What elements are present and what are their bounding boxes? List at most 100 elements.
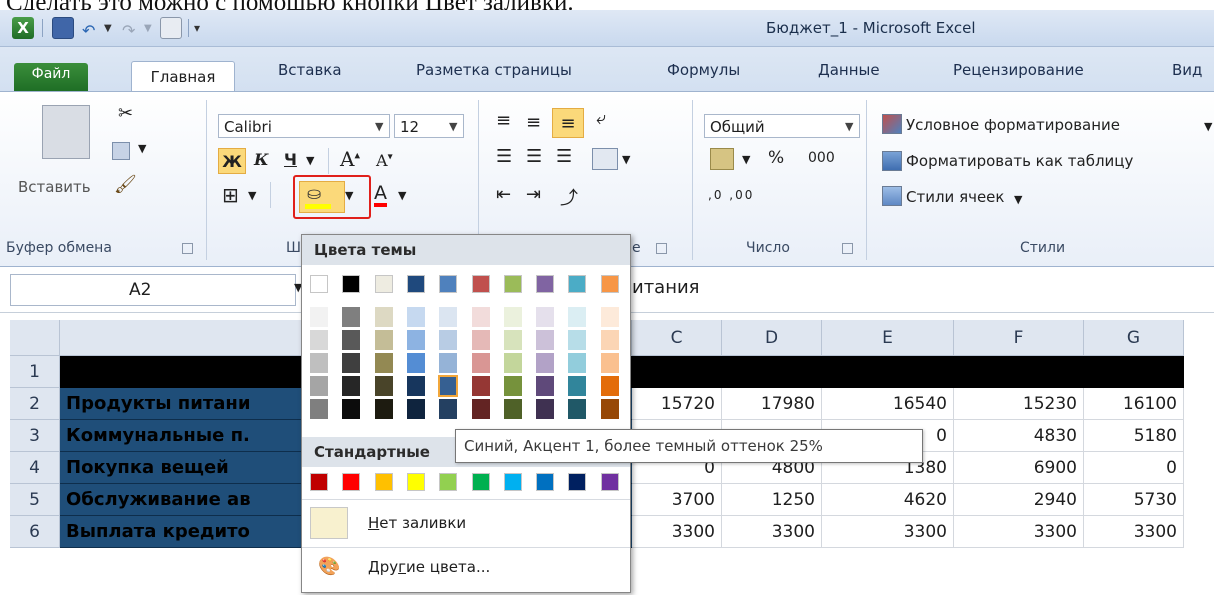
table-cell[interactable]: 3300 (632, 516, 722, 548)
theme-shade-swatch[interactable] (310, 376, 328, 396)
theme-shade-swatch[interactable] (536, 307, 555, 327)
format-painter-icon[interactable]: 🖌 (114, 174, 137, 195)
redo-icon[interactable]: ↷ (122, 21, 135, 40)
font-color-dropdown-icon[interactable]: ▼ (398, 189, 406, 202)
theme-color-swatch[interactable] (342, 275, 361, 293)
column-header-e[interactable]: E (822, 320, 954, 356)
theme-shade-swatch[interactable] (471, 330, 490, 350)
theme-shade-swatch[interactable] (536, 330, 555, 350)
theme-shade-swatch[interactable] (600, 376, 619, 396)
standard-color-swatch[interactable] (503, 473, 522, 491)
borders-dropdown-icon[interactable]: ▼ (248, 189, 256, 202)
select-all-corner[interactable] (10, 320, 60, 356)
theme-shade-swatch[interactable] (536, 353, 555, 373)
underline-dropdown-icon[interactable]: ▼ (306, 154, 314, 167)
number-format-combo[interactable]: Общий ▼ (704, 114, 860, 138)
conditional-formatting-icon[interactable] (882, 114, 902, 134)
grow-font-button[interactable]: A▴ (340, 147, 360, 171)
row-header[interactable]: 6 (10, 516, 60, 548)
theme-shade-swatch[interactable] (342, 353, 361, 373)
theme-shade-swatch[interactable] (310, 307, 328, 327)
theme-shade-swatch[interactable] (406, 330, 425, 350)
align-top-icon[interactable]: ≡ (496, 110, 511, 131)
table-cell[interactable]: 17980 (722, 388, 822, 420)
font-name-dropdown-icon[interactable]: ▼ (375, 115, 383, 139)
excel-logo-icon[interactable]: X (12, 17, 34, 39)
theme-shade-swatch[interactable] (600, 353, 619, 373)
align-bottom-button[interactable]: ≡ (552, 108, 584, 138)
theme-shade-swatch[interactable] (471, 399, 490, 419)
tab-view[interactable]: Вид (1172, 61, 1202, 79)
cell-styles-icon[interactable] (882, 186, 902, 206)
row-header[interactable]: 3 (10, 420, 60, 452)
row-header[interactable]: 4 (10, 452, 60, 484)
standard-color-swatch[interactable] (406, 473, 425, 491)
standard-color-swatch[interactable] (536, 473, 555, 491)
tab-page-layout[interactable]: Разметка страницы (416, 61, 572, 79)
theme-shade-swatch[interactable] (374, 307, 393, 327)
table-cell[interactable]: 16540 (822, 388, 954, 420)
orientation-icon[interactable]: ⤴ (560, 184, 578, 210)
theme-shade-swatch[interactable] (503, 353, 522, 373)
theme-color-swatch[interactable] (568, 275, 587, 293)
underline-button[interactable]: Ч (284, 150, 297, 169)
format-as-table-button[interactable]: Форматировать как таблицу (906, 152, 1133, 170)
theme-shade-swatch[interactable] (536, 399, 555, 419)
more-colors-item[interactable]: Другие цвета... (368, 558, 490, 576)
align-left-icon[interactable]: ☰ (496, 146, 512, 167)
theme-shade-swatch[interactable] (471, 376, 490, 396)
theme-color-swatch[interactable] (503, 275, 522, 293)
theme-shade-swatch[interactable] (342, 307, 361, 327)
no-fill-item[interactable]: Нет заливки (368, 514, 466, 532)
theme-shade-swatch[interactable] (406, 307, 425, 327)
bold-button[interactable]: Ж (218, 148, 246, 174)
thousands-button[interactable]: 000 (808, 150, 835, 166)
undo-icon[interactable]: ↶ (82, 21, 95, 40)
row-header[interactable]: 2 (10, 388, 60, 420)
theme-shade-swatch[interactable] (342, 330, 361, 350)
theme-color-swatch[interactable] (536, 275, 555, 293)
wrap-text-icon[interactable]: ⤶ (596, 108, 606, 129)
theme-color-swatch[interactable] (439, 275, 458, 293)
table-cell[interactable]: 6900 (954, 452, 1084, 484)
print-preview-icon[interactable] (160, 17, 182, 39)
theme-shade-swatch[interactable] (471, 307, 490, 327)
borders-icon[interactable]: ⊞ (222, 183, 239, 207)
save-icon[interactable] (52, 17, 74, 39)
table-cell[interactable]: 3300 (1084, 516, 1184, 548)
table-cell[interactable]: 3300 (722, 516, 822, 548)
theme-shade-swatch[interactable] (568, 307, 587, 327)
decrease-indent-icon[interactable]: ⇤ (496, 184, 511, 205)
theme-shade-swatch[interactable] (342, 376, 361, 396)
theme-shade-swatch[interactable] (406, 353, 425, 373)
paste-icon[interactable] (42, 105, 90, 159)
standard-color-swatch[interactable] (568, 473, 587, 491)
customize-qat-icon[interactable]: ▾ (194, 21, 200, 35)
theme-color-swatch[interactable] (310, 275, 328, 293)
copy-icon[interactable] (112, 142, 130, 160)
theme-shade-swatch[interactable] (342, 399, 361, 419)
cell-styles-button[interactable]: Стили ячеек (906, 188, 1004, 206)
standard-color-swatch[interactable] (471, 473, 490, 491)
theme-color-swatch[interactable] (374, 275, 393, 293)
column-header-g[interactable]: G (1084, 320, 1184, 356)
tab-home[interactable]: Главная (131, 61, 235, 92)
theme-shade-swatch[interactable] (600, 307, 619, 327)
table-cell[interactable]: 3300 (954, 516, 1084, 548)
table-cell[interactable]: 2940 (954, 484, 1084, 516)
theme-color-swatch[interactable] (471, 275, 490, 293)
font-size-combo[interactable]: 12 ▼ (394, 114, 464, 138)
table-cell[interactable]: 1250 (722, 484, 822, 516)
tab-data[interactable]: Данные (818, 61, 880, 79)
cell-styles-dropdown-icon[interactable]: ▼ (1014, 193, 1022, 206)
increase-indent-icon[interactable]: ⇥ (526, 184, 541, 205)
merge-dropdown-icon[interactable]: ▼ (622, 153, 630, 166)
currency-dropdown-icon[interactable]: ▼ (742, 153, 750, 166)
font-name-combo[interactable]: Calibri ▼ (218, 114, 390, 138)
number-format-dropdown-icon[interactable]: ▼ (845, 115, 853, 139)
table-cell[interactable]: 3700 (632, 484, 722, 516)
format-as-table-icon[interactable] (882, 151, 902, 171)
column-header-d[interactable]: D (722, 320, 822, 356)
theme-shade-swatch[interactable] (536, 376, 555, 396)
tab-file[interactable]: Файл (14, 63, 88, 91)
